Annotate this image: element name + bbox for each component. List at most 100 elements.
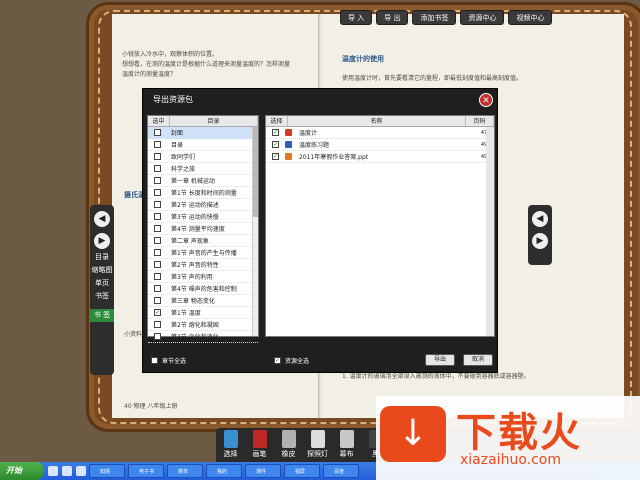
quick-launch-icon[interactable] <box>48 466 58 476</box>
close-icon[interactable]: ✕ <box>479 93 493 107</box>
toc-checkbox[interactable] <box>154 309 161 316</box>
tool-label: 画笔 <box>252 450 267 458</box>
side-label: 小资料 <box>124 331 143 338</box>
tab-resource-center[interactable]: 资源中心 <box>460 10 505 25</box>
tool-button[interactable]: 探照灯 <box>303 428 332 462</box>
toc-scrollbar[interactable] <box>252 127 258 336</box>
toc-checkbox[interactable] <box>154 237 161 244</box>
toc-row[interactable]: 第2节 熔化和凝固 <box>148 319 258 331</box>
toc-label: 第1节 温度 <box>171 310 201 317</box>
toc-row[interactable]: 第1节 温度 <box>148 307 258 319</box>
dialog-title: 导出资源包 <box>153 95 193 104</box>
toc-row[interactable]: 封面 <box>148 127 258 139</box>
taskbar-item[interactable]: 知情 <box>89 464 125 478</box>
taskbar-item[interactable]: 视屏 <box>284 464 320 478</box>
resource-name: 2011年寒假作业答案.ppt <box>299 154 369 161</box>
toc-checkbox[interactable] <box>154 249 161 256</box>
resource-select-all-checkbox[interactable] <box>274 356 281 364</box>
toc-checkbox[interactable] <box>154 333 161 340</box>
toc-label: 第1节 长度和时间的测量 <box>171 190 237 197</box>
resource-select-all-label: 资源全选 <box>285 357 310 365</box>
prev-page-icon[interactable]: ◀ <box>532 211 548 227</box>
toc-checkbox[interactable] <box>154 225 161 232</box>
resource-row[interactable]: 温度练习题49 <box>266 139 494 151</box>
toc-row[interactable]: 第三章 物态变化 <box>148 295 258 307</box>
tool-button[interactable]: 幕布 <box>332 428 361 462</box>
toc-checkbox[interactable] <box>154 165 161 172</box>
toc-checkbox[interactable] <box>154 141 161 148</box>
quick-launch-icon[interactable] <box>62 466 72 476</box>
toc-row[interactable]: 致同学们 <box>148 151 258 163</box>
toc-row[interactable]: 第2节 运动的描述 <box>148 199 258 211</box>
left-nav-panel: ◀ ▶ 目录 缩略图 单页 书签 书 签 <box>90 205 114 375</box>
nav-item-toc[interactable]: 目录 <box>90 253 114 262</box>
taskbar-item[interactable]: 百度 <box>323 464 359 478</box>
resource-checkbox[interactable] <box>272 141 279 148</box>
prev-page-icon[interactable]: ◀ <box>94 211 110 227</box>
next-page-icon[interactable]: ▶ <box>532 233 548 249</box>
toc-checkbox[interactable] <box>154 297 161 304</box>
toc-label: 第一章 机械运动 <box>171 178 215 185</box>
toc-row[interactable]: 目录 <box>148 139 258 151</box>
tab-export[interactable]: 导 出 <box>376 10 409 25</box>
resource-list-pane: 选择 名称 页码 温度计47温度练习题492011年寒假作业答案.ppt49 <box>265 115 495 337</box>
scrollbar-thumb[interactable] <box>253 127 258 217</box>
toc-label: 第1节 声音的产生与传播 <box>171 250 237 257</box>
toc-checkbox[interactable] <box>154 129 161 136</box>
resource-scrollbar[interactable] <box>486 127 494 336</box>
toc-row[interactable]: 第3节 声的利用 <box>148 271 258 283</box>
toc-row[interactable]: 第一章 机械运动 <box>148 175 258 187</box>
taskbar-item[interactable]: 我的 <box>206 464 242 478</box>
tool-button[interactable]: 橡皮 <box>274 428 303 462</box>
next-page-icon[interactable]: ▶ <box>94 233 110 249</box>
cancel-button[interactable]: 取消 <box>463 354 493 366</box>
toc-checkbox[interactable] <box>154 261 161 268</box>
toc-checkbox[interactable] <box>154 177 161 184</box>
nav-item-bookmarks[interactable]: 书签 <box>90 292 114 301</box>
chapter-select-all-checkbox[interactable] <box>151 356 158 364</box>
resource-row[interactable]: 2011年寒假作业答案.ppt49 <box>266 151 494 163</box>
toc-row[interactable]: 第3节 运动的快慢 <box>148 211 258 223</box>
tool-button[interactable]: 画笔 <box>245 428 274 462</box>
toc-checkbox[interactable] <box>154 153 161 160</box>
resource-checkbox[interactable] <box>272 129 279 136</box>
left-page-line: 小锐放入冷水中，观察体积的位置。 <box>122 51 219 58</box>
brand-logo-icon: ↓ <box>380 406 446 462</box>
toc-label: 第3节 声的利用 <box>171 274 213 281</box>
toc-checkbox[interactable] <box>154 273 161 280</box>
toc-checkbox[interactable] <box>154 213 161 220</box>
toc-row[interactable]: 科学之旅 <box>148 163 258 175</box>
quick-launch-icon[interactable] <box>76 466 86 476</box>
toc-row[interactable]: 第2节 声音的特性 <box>148 259 258 271</box>
tab-import[interactable]: 导 入 <box>340 10 373 25</box>
toc-row[interactable]: 第1节 声音的产生与传播 <box>148 247 258 259</box>
toc-checkbox[interactable] <box>154 189 161 196</box>
toc-checkbox[interactable] <box>154 201 161 208</box>
nav-item-single-page[interactable]: 单页 <box>90 279 114 288</box>
taskbar-item[interactable]: 课件 <box>245 464 281 478</box>
right-page-note: 1. 温度计的玻璃泡全部浸入被测的液体中，不要碰到容器底或容器壁。 <box>342 373 530 380</box>
resource-checkbox[interactable] <box>272 153 279 160</box>
toc-table-header: 选中 目录 <box>148 116 258 127</box>
tab-video-center[interactable]: 视频中心 <box>508 10 553 25</box>
taskbar-item[interactable]: 电子书 <box>128 464 164 478</box>
nav-item-thumbnails[interactable]: 缩略图 <box>90 266 114 275</box>
bookmark-tab[interactable]: 书 签 <box>90 309 114 322</box>
toc-row[interactable]: 第二章 声现象 <box>148 235 258 247</box>
resource-row[interactable]: 温度计47 <box>266 127 494 139</box>
toc-checkbox[interactable] <box>154 321 161 328</box>
resource-table-header: 选择 名称 页码 <box>266 116 494 127</box>
tool-button[interactable]: 选择 <box>216 428 245 462</box>
toc-row[interactable]: 第1节 长度和时间的测量 <box>148 187 258 199</box>
tab-add-bookmark[interactable]: 添加书签 <box>412 10 457 25</box>
toc-row[interactable]: 第3节 汽化和液化 <box>148 331 258 343</box>
toc-row[interactable]: 第4节 测量平均速度 <box>148 223 258 235</box>
start-button[interactable]: 开始 <box>0 462 44 480</box>
toc-checkbox[interactable] <box>154 285 161 292</box>
file-type-icon <box>285 129 292 136</box>
toc-row[interactable]: 第4节 噪声的危害和控制 <box>148 283 258 295</box>
tool-label: 选择 <box>223 450 238 458</box>
toc-label: 第4节 噪声的危害和控制 <box>171 286 237 293</box>
taskbar-item[interactable]: 菜单 <box>167 464 203 478</box>
export-button[interactable]: 导出 <box>425 354 455 366</box>
